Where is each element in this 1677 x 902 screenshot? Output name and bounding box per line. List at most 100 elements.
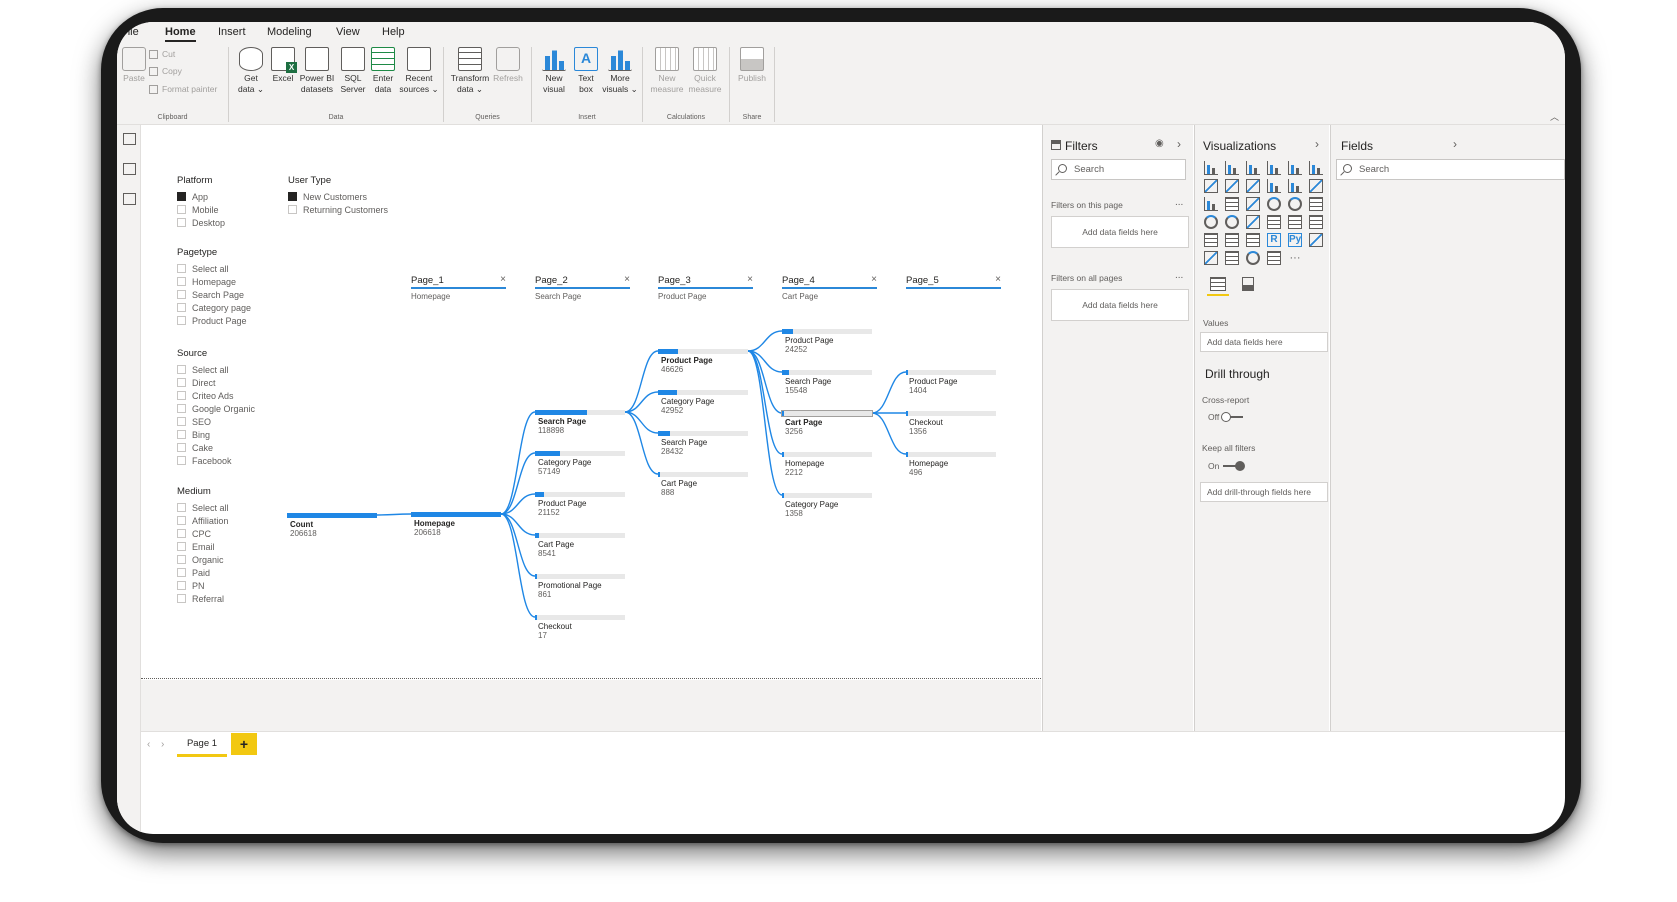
visual-type-icon[interactable] xyxy=(1204,251,1218,265)
slicer-option[interactable]: Select all xyxy=(177,363,255,376)
more-visuals-button[interactable]: More visuals ⌄ xyxy=(600,47,640,95)
checkbox[interactable] xyxy=(177,555,186,564)
visual-type-icon[interactable] xyxy=(1204,197,1218,211)
slicer-option[interactable]: PN xyxy=(177,579,229,592)
slicer-option[interactable]: Email xyxy=(177,540,229,553)
slicer-option[interactable]: Category page xyxy=(177,301,251,314)
add-page-button[interactable]: + xyxy=(231,733,257,755)
quick-measure-button[interactable]: Quick measure xyxy=(685,47,725,95)
tree-level-header[interactable]: Page_5 × xyxy=(906,274,1001,289)
page-filters-drop-zone[interactable]: Add data fields here xyxy=(1051,216,1189,248)
tree-node[interactable]: Search Page 15548 xyxy=(782,370,872,398)
tree-node[interactable]: Category Page 1358 xyxy=(782,493,872,521)
slicer-option[interactable]: CPC xyxy=(177,527,229,540)
checkbox[interactable] xyxy=(177,443,186,452)
drill-through-drop-zone[interactable]: Add drill-through fields here xyxy=(1200,482,1328,502)
tree-node[interactable]: Count 206618 xyxy=(287,513,377,541)
format-paint-roller-icon[interactable] xyxy=(1242,277,1254,291)
visual-type-icon[interactable] xyxy=(1267,251,1281,265)
slicer-option[interactable]: Product Page xyxy=(177,314,251,327)
next-page-icon[interactable]: › xyxy=(161,739,164,750)
slicer-option[interactable]: SEO xyxy=(177,415,255,428)
remove-level-icon[interactable]: × xyxy=(871,274,877,285)
tab-help[interactable]: Help xyxy=(382,26,405,38)
slicer-option[interactable]: App xyxy=(177,190,225,203)
checkbox[interactable] xyxy=(177,205,186,214)
visual-type-icon[interactable] xyxy=(1267,179,1281,193)
visual-type-icon[interactable] xyxy=(1309,197,1323,211)
checkbox[interactable] xyxy=(177,218,186,227)
refresh-button[interactable]: Refresh xyxy=(488,47,528,84)
tab-insert[interactable]: Insert xyxy=(218,26,246,38)
slicer-option[interactable]: Facebook xyxy=(177,454,255,467)
remove-level-icon[interactable]: × xyxy=(624,274,630,285)
collapse-filters-icon[interactable]: › xyxy=(1177,137,1181,151)
publish-button[interactable]: Publish xyxy=(732,47,772,84)
slicer-option[interactable]: Google Organic xyxy=(177,402,255,415)
visual-type-icon[interactable] xyxy=(1204,161,1218,175)
enter-data-button[interactable]: Enter data xyxy=(363,47,403,95)
checkbox[interactable] xyxy=(288,192,297,201)
tree-level-header[interactable]: Page_2 × xyxy=(535,274,630,289)
tree-node[interactable]: Homepage 2212 xyxy=(782,452,872,480)
slicer-option[interactable]: Paid xyxy=(177,566,229,579)
data-view-icon[interactable] xyxy=(123,163,136,175)
slicer-option[interactable]: Bing xyxy=(177,428,255,441)
checkbox[interactable] xyxy=(177,316,186,325)
checkbox[interactable] xyxy=(177,417,186,426)
visual-type-icon[interactable] xyxy=(1309,215,1323,229)
checkbox[interactable] xyxy=(177,456,186,465)
tree-node[interactable]: Product Page 1404 xyxy=(906,370,996,398)
collapse-visualizations-icon[interactable]: › xyxy=(1315,137,1319,151)
tree-node[interactable]: Category Page 42952 xyxy=(658,390,748,418)
visual-type-icon[interactable] xyxy=(1288,161,1302,175)
slicer-option[interactable]: Affiliation xyxy=(177,514,229,527)
slicer-option[interactable]: Desktop xyxy=(177,216,225,229)
visual-type-icon[interactable] xyxy=(1246,197,1260,211)
transform-data-button[interactable]: Transform data ⌄ xyxy=(450,47,490,95)
tree-node[interactable]: Homepage 206618 xyxy=(411,512,501,540)
visual-type-icon[interactable] xyxy=(1267,161,1281,175)
new-measure-button[interactable]: New measure xyxy=(647,47,687,95)
page-tab-1[interactable]: Page 1 xyxy=(177,732,227,757)
slicer-option[interactable]: Organic xyxy=(177,553,229,566)
tree-node[interactable]: Category Page 57149 xyxy=(535,451,625,479)
checkbox[interactable] xyxy=(177,192,186,201)
visual-type-icon[interactable] xyxy=(1246,233,1260,247)
slicer-option[interactable]: Select all xyxy=(177,262,251,275)
paste-button[interactable]: Paste xyxy=(119,47,149,84)
r-script-visual-icon[interactable]: R xyxy=(1267,233,1281,247)
visual-type-icon[interactable] xyxy=(1204,179,1218,193)
tree-node[interactable]: Cart Page 888 xyxy=(658,472,748,500)
visual-type-icon[interactable] xyxy=(1204,233,1218,247)
collapse-ribbon-icon[interactable]: ︿ xyxy=(1550,110,1559,123)
fields-tab-icon[interactable] xyxy=(1207,277,1229,296)
all-pages-filters-drop-zone[interactable]: Add data fields here xyxy=(1051,289,1189,321)
tree-node[interactable]: Search Page 118898 xyxy=(535,410,625,438)
checkbox[interactable] xyxy=(177,503,186,512)
tree-level-header[interactable]: Page_1 × xyxy=(411,274,506,289)
more-options-icon[interactable]: ... xyxy=(1175,270,1183,281)
visual-type-icon[interactable] xyxy=(1309,179,1323,193)
slicer-option[interactable]: Referral xyxy=(177,592,229,605)
checkbox[interactable] xyxy=(177,391,186,400)
checkbox[interactable] xyxy=(177,365,186,374)
more-options-icon[interactable]: ... xyxy=(1175,197,1183,208)
checkbox[interactable] xyxy=(177,264,186,273)
tree-level-header[interactable]: Page_4 × xyxy=(782,274,877,289)
visual-type-icon[interactable] xyxy=(1246,179,1260,193)
slicer-option[interactable]: Homepage xyxy=(177,275,251,288)
checkbox[interactable] xyxy=(177,594,186,603)
visual-type-icon[interactable] xyxy=(1225,161,1239,175)
tree-node[interactable]: Cart Page 3256 xyxy=(781,410,873,439)
remove-level-icon[interactable]: × xyxy=(995,274,1001,285)
slicer-option[interactable]: Returning Customers xyxy=(288,203,388,216)
powerbi-datasets-button[interactable]: Power BI datasets xyxy=(297,47,337,95)
eye-icon[interactable]: ◉ xyxy=(1155,138,1164,149)
collapse-fields-icon[interactable]: › xyxy=(1453,137,1457,151)
visual-type-icon[interactable] xyxy=(1225,197,1239,211)
checkbox[interactable] xyxy=(177,404,186,413)
cut-button[interactable]: Cut xyxy=(149,49,175,60)
keep-all-filters-toggle[interactable]: On xyxy=(1208,461,1246,471)
model-view-icon[interactable] xyxy=(123,193,136,205)
